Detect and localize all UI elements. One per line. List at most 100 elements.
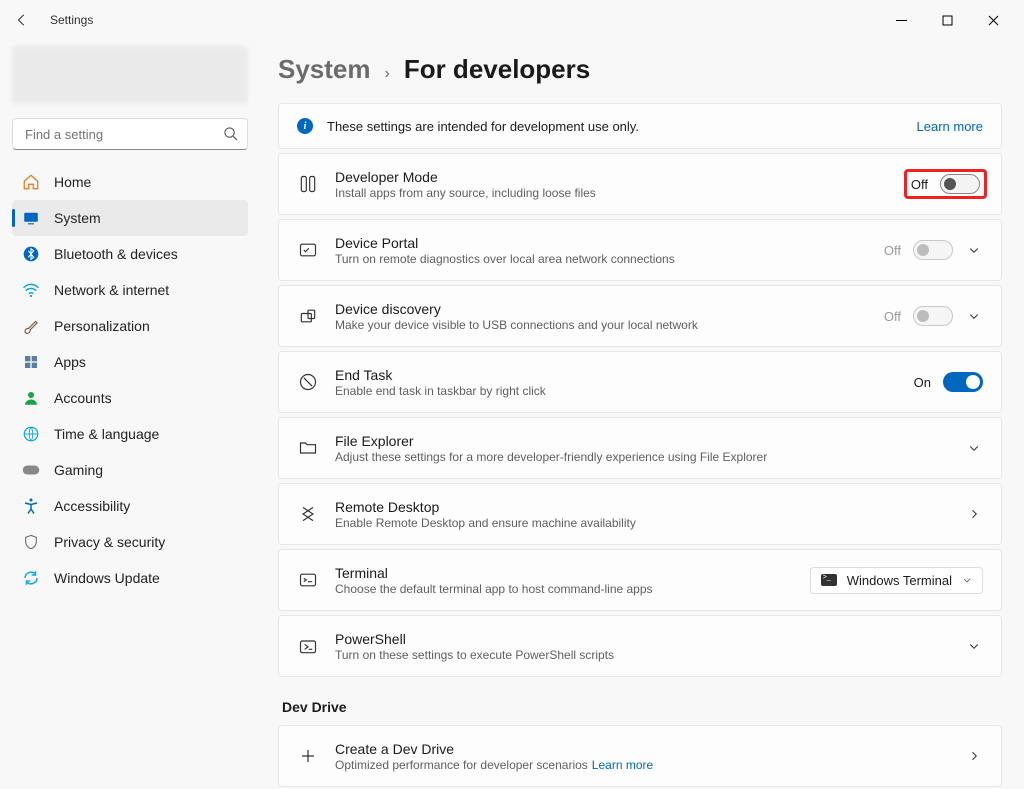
learn-more-link[interactable]: Learn more: [592, 758, 653, 772]
update-icon: [22, 569, 40, 587]
nav-label: Privacy & security: [54, 534, 165, 550]
portal-icon: [297, 240, 319, 260]
row-desc: Install apps from any source, including …: [335, 186, 908, 200]
row-desc: Turn on remote diagnostics over local ar…: [335, 252, 884, 266]
nav-gaming[interactable]: Gaming: [12, 452, 248, 488]
search-icon: [223, 126, 238, 146]
chevron-down-icon[interactable]: [965, 310, 983, 322]
row-remote-desktop[interactable]: Remote Desktop Enable Remote Desktop and…: [278, 483, 1002, 545]
info-icon: i: [297, 118, 313, 134]
row-title: File Explorer: [335, 433, 965, 449]
chevron-down-icon: [962, 573, 972, 588]
info-text: These settings are intended for developm…: [327, 119, 639, 134]
nav-label: Bluetooth & devices: [54, 246, 178, 262]
chevron-down-icon[interactable]: [965, 442, 983, 454]
row-file-explorer[interactable]: File Explorer Adjust these settings for …: [278, 417, 1002, 479]
breadcrumb: System › For developers: [278, 54, 1002, 85]
close-button[interactable]: [970, 4, 1016, 36]
row-title: Device discovery: [335, 301, 884, 317]
back-button[interactable]: [8, 6, 36, 34]
nav-privacy[interactable]: Privacy & security: [12, 524, 248, 560]
row-desc: Adjust these settings for a more develop…: [335, 450, 965, 464]
nav-accounts[interactable]: Accounts: [12, 380, 248, 416]
brush-icon: [22, 317, 40, 335]
terminal-icon: [297, 570, 319, 590]
sidebar: Home System Bluetooth & devices Network …: [0, 40, 260, 789]
minimize-button[interactable]: [878, 4, 924, 36]
nav-apps[interactable]: Apps: [12, 344, 248, 380]
gamepad-icon: [22, 461, 40, 479]
search-input[interactable]: [12, 118, 248, 150]
toggle-state: On: [914, 375, 931, 390]
toggle-state: Off: [884, 243, 901, 258]
row-title: Create a Dev Drive: [335, 741, 965, 757]
developer-mode-toggle[interactable]: [940, 174, 980, 194]
titlebar: Settings: [0, 0, 1024, 40]
nav-label: Time & language: [54, 426, 159, 442]
device-discovery-toggle[interactable]: [913, 306, 953, 326]
row-create-dev-drive[interactable]: Create a Dev Drive Optimized performance…: [278, 725, 1002, 787]
nav-accessibility[interactable]: Accessibility: [12, 488, 248, 524]
windows-terminal-icon: [821, 574, 837, 586]
nav-label: System: [54, 210, 101, 226]
folder-icon: [297, 438, 319, 458]
row-title: Developer Mode: [335, 169, 908, 185]
nav-home[interactable]: Home: [12, 164, 248, 200]
rdp-icon: [297, 504, 319, 524]
row-device-discovery[interactable]: Device discovery Make your device visibl…: [278, 285, 1002, 347]
row-title: Remote Desktop: [335, 499, 965, 515]
page-title: For developers: [404, 54, 590, 85]
discovery-icon: [297, 306, 319, 326]
device-portal-toggle[interactable]: [913, 240, 953, 260]
row-developer-mode: Developer Mode Install apps from any sou…: [278, 153, 1002, 215]
main-content: System › For developers i These settings…: [260, 40, 1024, 789]
nav-label: Home: [54, 174, 91, 190]
nav-system[interactable]: System: [12, 200, 248, 236]
plus-icon: [297, 747, 319, 765]
globe-clock-icon: [22, 425, 40, 443]
nav-label: Accounts: [54, 390, 112, 406]
nav-list: Home System Bluetooth & devices Network …: [12, 164, 248, 596]
learn-more-link[interactable]: Learn more: [917, 119, 983, 134]
dev-drive-heading: Dev Drive: [282, 699, 1002, 715]
end-task-toggle[interactable]: [943, 372, 983, 392]
row-terminal: Terminal Choose the default terminal app…: [278, 549, 1002, 611]
end-task-icon: [297, 372, 319, 392]
row-device-portal[interactable]: Device Portal Turn on remote diagnostics…: [278, 219, 1002, 281]
toggle-state: Off: [884, 309, 901, 324]
terminal-dropdown[interactable]: Windows Terminal: [810, 567, 983, 594]
nav-label: Network & internet: [54, 282, 169, 298]
nav-network[interactable]: Network & internet: [12, 272, 248, 308]
chevron-down-icon[interactable]: [965, 244, 983, 256]
row-title: End Task: [335, 367, 914, 383]
breadcrumb-parent[interactable]: System: [278, 54, 371, 85]
bluetooth-icon: [22, 245, 40, 263]
chevron-right-icon[interactable]: [965, 750, 983, 762]
nav-bluetooth[interactable]: Bluetooth & devices: [12, 236, 248, 272]
nav-update[interactable]: Windows Update: [12, 560, 248, 596]
nav-time[interactable]: Time & language: [12, 416, 248, 452]
maximize-button[interactable]: [924, 4, 970, 36]
row-desc: Enable Remote Desktop and ensure machine…: [335, 516, 965, 530]
highlight-annotation: Off: [904, 169, 987, 199]
chevron-down-icon[interactable]: [965, 640, 983, 652]
row-desc: Turn on these settings to execute PowerS…: [335, 648, 965, 662]
person-icon: [22, 389, 40, 407]
nav-label: Apps: [54, 354, 86, 370]
row-desc: Make your device visible to USB connecti…: [335, 318, 884, 332]
accessibility-icon: [22, 497, 40, 515]
row-desc: Optimized performance for developer scen…: [335, 758, 965, 772]
chevron-right-icon[interactable]: [965, 508, 983, 520]
nav-label: Accessibility: [54, 498, 130, 514]
info-bar: i These settings are intended for develo…: [278, 103, 1002, 149]
row-title: Terminal: [335, 565, 810, 581]
wifi-icon: [22, 281, 40, 299]
account-header[interactable]: [12, 46, 248, 104]
nav-personalization[interactable]: Personalization: [12, 308, 248, 344]
dev-mode-icon: [297, 174, 319, 194]
nav-label: Windows Update: [54, 570, 160, 586]
nav-label: Gaming: [54, 462, 103, 478]
row-powershell[interactable]: PowerShell Turn on these settings to exe…: [278, 615, 1002, 677]
toggle-state: Off: [911, 177, 928, 192]
row-title: Device Portal: [335, 235, 884, 251]
